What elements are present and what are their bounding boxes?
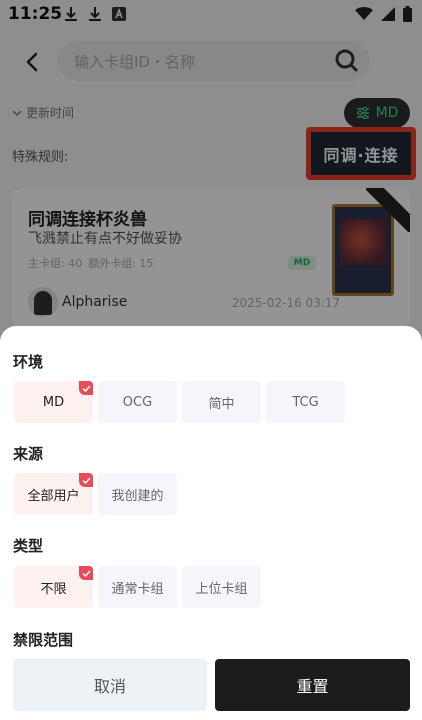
chip-env-cn[interactable]: 简中 — [182, 381, 261, 423]
chip-label: 不限 — [40, 581, 67, 597]
source-options: 全部用户 我创建的 — [14, 473, 177, 515]
section-title-source: 来源 — [13, 445, 44, 463]
chip-type-any[interactable]: 不限 — [14, 566, 93, 608]
chip-label: OCG — [122, 394, 153, 410]
chip-label: 简中 — [208, 396, 235, 412]
type-options: 不限 通常卡组 上位卡组 — [14, 566, 261, 608]
chip-label: 全部用户 — [27, 488, 80, 504]
section-title-type: 类型 — [13, 537, 44, 555]
chip-env-md[interactable]: MD — [14, 381, 93, 423]
chip-env-tcg[interactable]: TCG — [266, 381, 345, 423]
chip-type-advanced[interactable]: 上位卡组 — [182, 566, 261, 608]
chip-env-ocg[interactable]: OCG — [98, 381, 177, 423]
chip-source-all-users[interactable]: 全部用户 — [14, 473, 93, 515]
section-title-environment: 环境 — [13, 353, 44, 371]
sheet-footer: 取消 重置 — [13, 659, 410, 711]
section-title-ban-range: 禁限范围 — [13, 631, 74, 649]
chip-source-mine[interactable]: 我创建的 — [98, 473, 177, 515]
cancel-button[interactable]: 取消 — [13, 659, 207, 711]
chip-label: 我创建的 — [111, 488, 164, 504]
filter-sheet: 环境 MD OCG 简中 TCG 来源 全部用户 我创建的 类型 不限 通常卡组… — [0, 326, 422, 720]
chip-label: MD — [42, 394, 65, 410]
check-icon — [79, 381, 93, 395]
chip-type-normal[interactable]: 通常卡组 — [98, 566, 177, 608]
check-icon — [79, 473, 93, 487]
check-icon — [79, 566, 93, 580]
chip-label: 通常卡组 — [111, 581, 164, 597]
chip-label: 上位卡组 — [195, 581, 248, 597]
reset-button[interactable]: 重置 — [215, 659, 410, 711]
environment-options: MD OCG 简中 TCG — [14, 381, 345, 423]
chip-label: TCG — [292, 394, 319, 410]
